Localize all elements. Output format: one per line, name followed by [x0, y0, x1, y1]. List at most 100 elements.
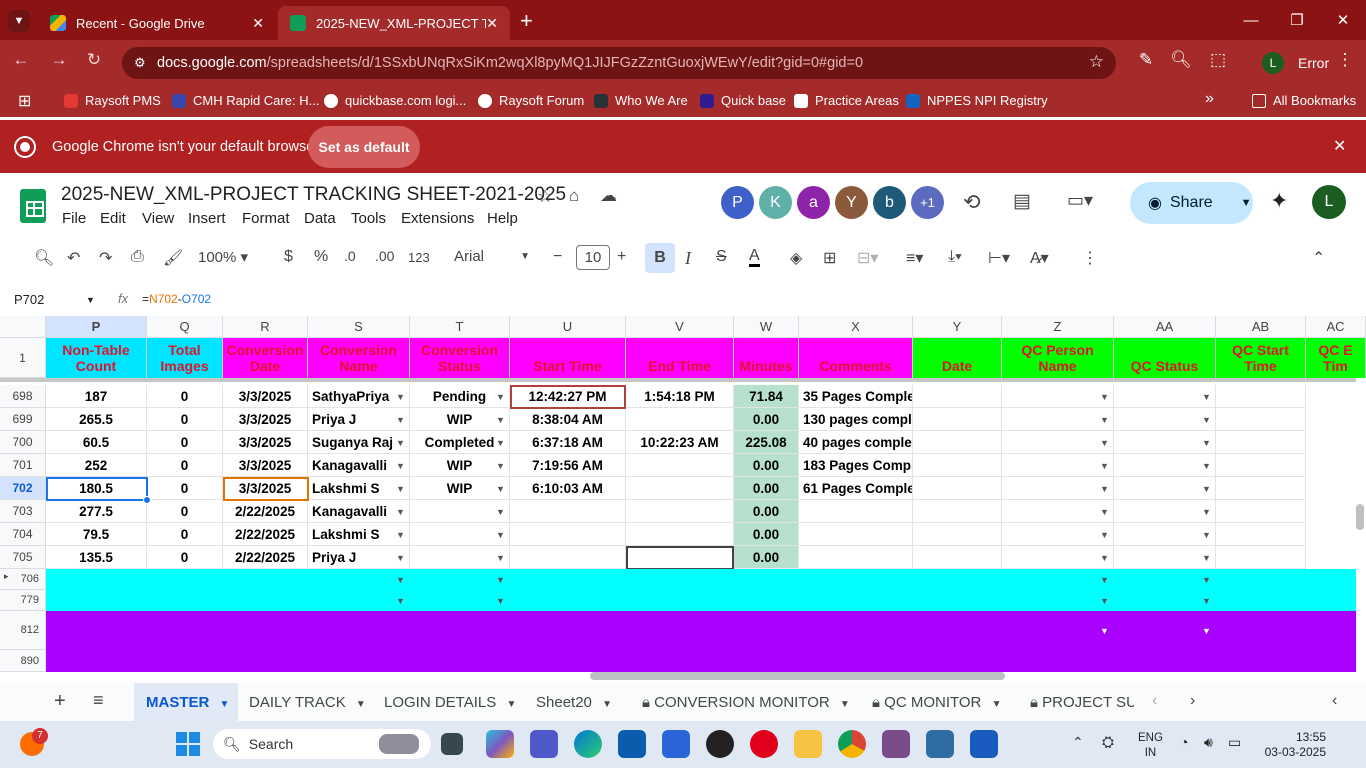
- battery-icon[interactable]: ▭: [1228, 734, 1241, 751]
- collapse-toolbar-icon[interactable]: ⌃: [1312, 248, 1325, 268]
- bold-button[interactable]: B: [645, 243, 675, 273]
- zoom-select[interactable]: 100% ▾: [198, 248, 248, 266]
- copilot-icon[interactable]: [486, 730, 514, 758]
- strikethrough-button[interactable]: S: [716, 248, 727, 266]
- sheet-tab-daily-track[interactable]: DAILY TRACK ▼: [249, 694, 366, 711]
- scroll-tabs-left-icon[interactable]: ‹: [1152, 692, 1157, 710]
- bookmark-star-icon[interactable]: ☆: [1089, 52, 1104, 72]
- redo-icon[interactable]: ↷: [99, 248, 112, 268]
- file-explorer-icon[interactable]: [794, 730, 822, 758]
- tab-google-drive[interactable]: Recent - Google Drive ✕: [38, 6, 276, 40]
- forward-icon[interactable]: →: [46, 50, 72, 70]
- more-tools-icon[interactable]: ⋮: [1082, 248, 1098, 268]
- add-sheet-icon[interactable]: +: [54, 690, 66, 713]
- document-title[interactable]: 2025-NEW_XML-PROJECT TRACKING SHEET-2021…: [61, 184, 566, 206]
- tray-app-icon[interactable]: ⛭: [1102, 734, 1114, 751]
- zoom-icon[interactable]: 🔍︎: [1168, 50, 1194, 70]
- italic-button[interactable]: I: [685, 248, 691, 269]
- extensions-icon[interactable]: ⬚: [1205, 50, 1231, 70]
- more-collaborators[interactable]: +1: [911, 186, 944, 219]
- cloud-status-icon[interactable]: ☁: [600, 186, 617, 206]
- bookmark-who-we-are[interactable]: Who We Are: [594, 93, 688, 108]
- set-as-default-button[interactable]: Set as default: [308, 126, 420, 168]
- menu-insert[interactable]: Insert: [188, 210, 226, 227]
- back-icon[interactable]: ←: [8, 50, 34, 70]
- language-indicator[interactable]: ENG IN: [1138, 731, 1163, 761]
- profile-avatar[interactable]: L: [1262, 52, 1284, 74]
- sheet-tab-label[interactable]: MASTER ▼: [146, 694, 229, 711]
- search-menus-icon[interactable]: 🔍︎: [34, 248, 54, 268]
- vertical-align-icon[interactable]: ⤓▾: [948, 248, 962, 266]
- collaborator-avatar[interactable]: a: [797, 186, 830, 219]
- new-tab-icon[interactable]: +: [520, 8, 533, 34]
- history-icon[interactable]: ⟲: [963, 190, 981, 215]
- name-box[interactable]: P702 ▼: [14, 292, 95, 307]
- gemini-icon[interactable]: ✦: [1270, 188, 1288, 214]
- close-infobar-icon[interactable]: ✕: [1333, 136, 1346, 156]
- tab-search-button[interactable]: ▼: [8, 10, 30, 32]
- menu-extensions[interactable]: Extensions: [401, 210, 474, 227]
- taskbar-search[interactable]: 🔍︎ Search: [213, 729, 431, 759]
- show-hidden-icons[interactable]: ⌃: [1072, 734, 1084, 751]
- more-bookmarks-icon[interactable]: »: [1205, 90, 1214, 108]
- store-icon[interactable]: [618, 730, 646, 758]
- font-size-input[interactable]: 10: [576, 245, 610, 270]
- tab-dropdown-icon[interactable]: ▼: [602, 699, 612, 710]
- star-icon[interactable]: ☆: [537, 186, 553, 207]
- share-dropdown-icon[interactable]: ▼: [1241, 197, 1252, 209]
- horizontal-align-icon[interactable]: ≡▾: [906, 248, 923, 268]
- vertical-scrollbar[interactable]: [1356, 504, 1364, 530]
- teams-icon[interactable]: [530, 730, 558, 758]
- chrome-icon[interactable]: [838, 730, 866, 758]
- collapse-side-panel-icon[interactable]: ‹: [1332, 692, 1337, 710]
- all-sheets-icon[interactable]: ≡: [93, 690, 104, 711]
- menu-tools[interactable]: Tools: [351, 210, 386, 227]
- font-size-increase-icon[interactable]: +: [617, 248, 626, 266]
- wifi-icon[interactable]: ◔: [1180, 734, 1188, 750]
- minimize-icon[interactable]: —: [1228, 0, 1274, 40]
- collaborator-avatar[interactable]: b: [873, 186, 906, 219]
- opera-icon[interactable]: [750, 730, 778, 758]
- apps-grid-icon[interactable]: ⊞: [18, 91, 31, 111]
- volume-icon[interactable]: 🔊︎: [1204, 734, 1213, 751]
- tab-dropdown-icon[interactable]: ▼: [220, 699, 230, 710]
- account-avatar[interactable]: L: [1312, 185, 1346, 219]
- fill-color-icon[interactable]: ◈: [790, 248, 802, 268]
- collaborator-avatar[interactable]: K: [759, 186, 792, 219]
- font-size-decrease-icon[interactable]: −: [553, 248, 562, 266]
- share-button[interactable]: ◉ Share ▼: [1130, 182, 1253, 224]
- borders-icon[interactable]: ⊞: [823, 248, 836, 268]
- move-icon[interactable]: ⌂: [569, 186, 579, 206]
- power-automate-icon[interactable]: [662, 730, 690, 758]
- text-color-button[interactable]: A: [749, 248, 760, 267]
- decrease-decimal-button[interactable]: .0: [344, 248, 356, 264]
- print-icon[interactable]: ⎙: [131, 248, 144, 266]
- currency-format-button[interactable]: $: [284, 248, 293, 266]
- sheet-tab-sheet20[interactable]: Sheet20 ▼: [536, 694, 612, 711]
- name-box-dropdown-icon[interactable]: ▼: [86, 295, 95, 305]
- font-select[interactable]: Arial ▼: [454, 248, 530, 265]
- menu-view[interactable]: View: [142, 210, 174, 227]
- tab-dropdown-icon[interactable]: ▼: [840, 699, 850, 710]
- bookmark-quick-base[interactable]: Quick base: [700, 93, 786, 108]
- text-wrapping-icon[interactable]: ⊢▾: [988, 248, 1010, 268]
- maximize-icon[interactable]: ❐: [1274, 0, 1320, 40]
- horizontal-scrollbar[interactable]: [590, 672, 1005, 680]
- word-icon[interactable]: [970, 730, 998, 758]
- menu-edit[interactable]: Edit: [100, 210, 126, 227]
- increase-decimal-button[interactable]: .00: [375, 248, 394, 264]
- all-bookmarks[interactable]: All Bookmarks: [1252, 93, 1356, 108]
- tab-spreadsheet[interactable]: 2025-NEW_XML-PROJECT TRAC ✕: [278, 6, 510, 40]
- sheets-home-icon[interactable]: [20, 189, 46, 223]
- percent-format-button[interactable]: %: [314, 248, 328, 266]
- collaborator-avatar[interactable]: Y: [835, 186, 868, 219]
- start-icon[interactable]: [176, 732, 200, 756]
- reload-icon[interactable]: ↻: [81, 50, 107, 70]
- menu-help[interactable]: Help: [487, 210, 518, 227]
- meet-icon[interactable]: ▭▾: [1067, 190, 1093, 211]
- sheet-tab-login-details[interactable]: LOGIN DETAILS ▼: [384, 694, 516, 711]
- chrome-menu-icon[interactable]: ⋮: [1332, 50, 1358, 70]
- close-tab-icon[interactable]: ✕: [486, 15, 498, 32]
- pen-icon[interactable]: ✎: [1133, 50, 1159, 70]
- paint-format-icon[interactable]: 🖌︎: [163, 248, 183, 268]
